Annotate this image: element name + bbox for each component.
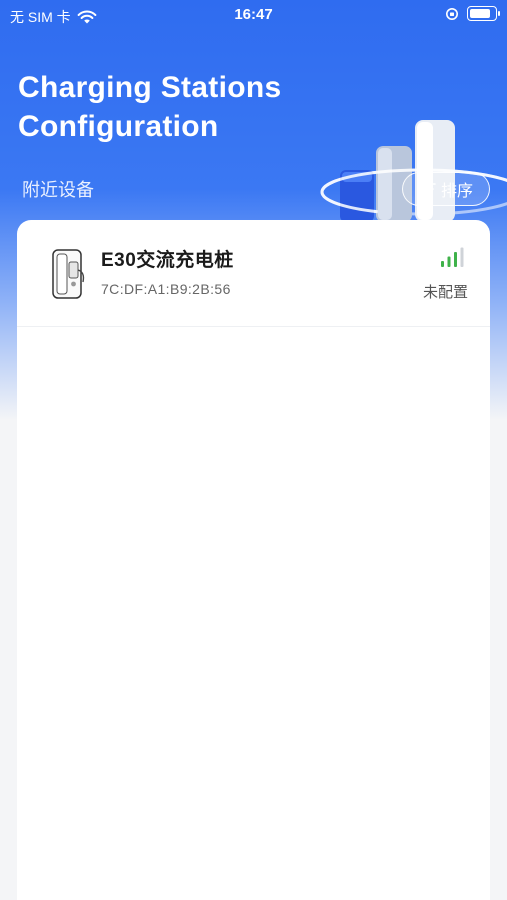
signal-bar [441,261,444,267]
signal-strength-icon [441,247,464,267]
device-name: E30交流充电桩 [101,250,234,271]
signal-bar [454,252,457,267]
nearby-devices-heading: 附近设备 [22,180,94,200]
orientation-lock-icon [446,7,458,20]
charging-stations-illustration [320,120,507,222]
clock: 16:47 [234,6,273,23]
page-title-line-2: Configuration [18,110,219,143]
battery-icon [467,6,500,21]
charging-station-device-icon [52,249,85,299]
device-list-item[interactable]: E30交流充电桩 7C:DF:A1:B9:2B:56 未配置 [17,220,490,327]
system-status-icons [445,6,500,21]
device-mac-address: 7C:DF:A1:B9:2B:56 [101,281,231,297]
page-title: Charging Stations Configuration [18,68,281,146]
sort-button-label: 排序 [440,183,473,200]
device-list-panel: E30交流充电桩 7C:DF:A1:B9:2B:56 未配置 [17,220,490,900]
page-title-line-1: Charging Stations [18,71,282,104]
signal-bar [447,256,451,267]
sort-icon [419,181,436,196]
device-status-label: 未配置 [422,284,468,301]
sort-button[interactable]: 排序 [402,172,490,206]
signal-bar [460,247,464,267]
status-bar: 无 SIM 卡 16:47 [0,0,507,32]
